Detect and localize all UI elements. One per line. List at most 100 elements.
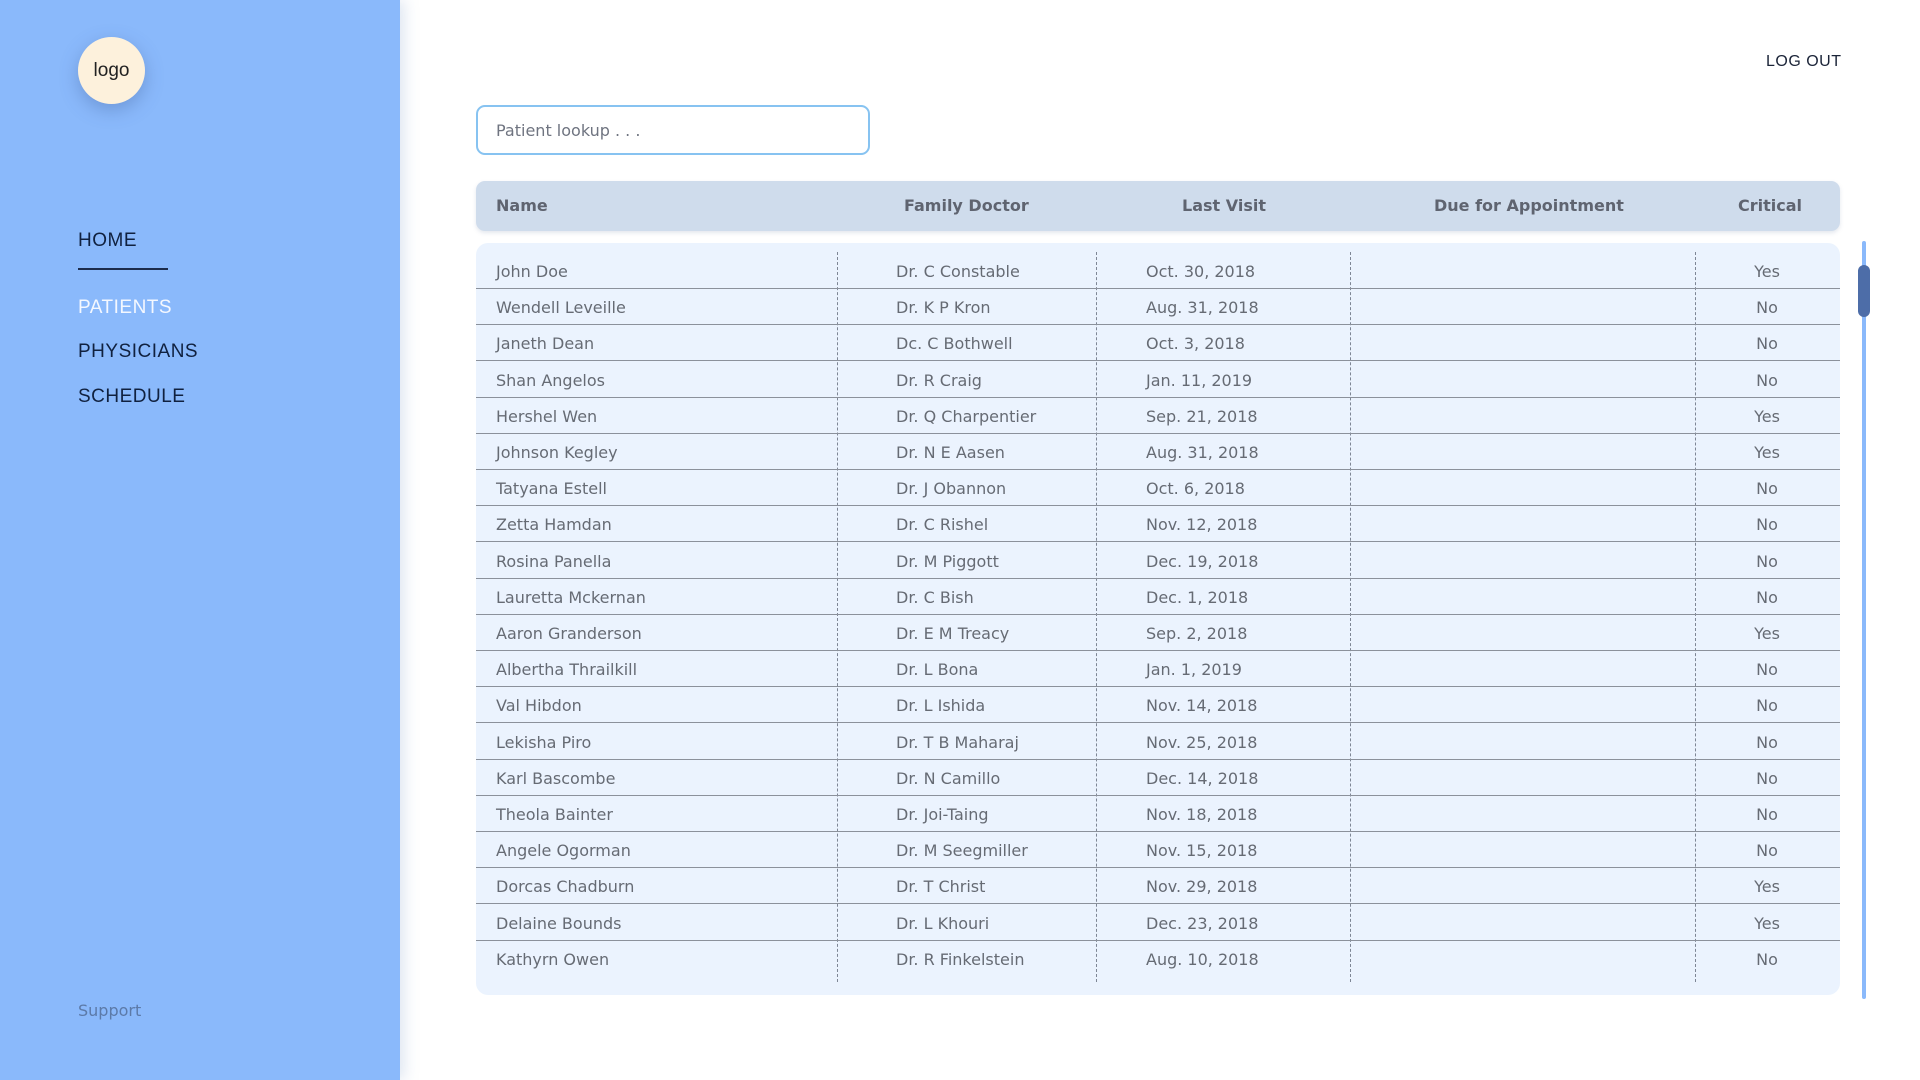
cell-family-doctor: Dr. N Camillo <box>896 768 1001 788</box>
cell-family-doctor: Dr. T B Maharaj <box>896 732 1019 752</box>
table-row[interactable]: Tatyana Estell Dr. J Obannon Oct. 6, 2018 N… <box>476 470 1840 507</box>
cell-name: Hershel Wen <box>496 406 598 426</box>
column-header-due-for-appointment[interactable]: Due for Appointment <box>1434 196 1624 215</box>
cell-name: Albertha Thrailkill <box>496 660 638 680</box>
cell-family-doctor: Dr. Q Charpentier <box>896 406 1037 426</box>
nav-schedule[interactable]: SCHEDULE <box>78 386 185 408</box>
cell-family-doctor: Dc. C Bothwell <box>896 334 1013 354</box>
cell-name: Lekisha Piro <box>496 732 592 752</box>
column-header-family-doctor[interactable]: Family Doctor <box>904 196 1029 215</box>
cell-critical: Yes <box>1754 913 1780 933</box>
cell-last-visit: Nov. 14, 2018 <box>1146 696 1258 716</box>
support-link[interactable]: Support <box>78 1001 141 1020</box>
app-root: logo HOME PATIENTS PHYSICIANS SCHEDULE S… <box>0 0 1920 1080</box>
cell-critical: No <box>1756 805 1778 824</box>
cell-last-visit: Oct. 30, 2018 <box>1146 262 1256 281</box>
table-row[interactable]: Hershel Wen Dr. Q Charpentier Sep. 21, 201… <box>476 398 1840 434</box>
table-row[interactable]: Albertha Thrailkill Dr. L Bona Jan. 1, 201… <box>476 651 1840 688</box>
table-row[interactable]: Janeth Dean Dc. C Bothwell Oct. 3, 2018 No <box>476 325 1840 362</box>
table-row[interactable]: Kathyrn Owen Dr. R Finkelstein Aug. 10, 20… <box>476 941 1840 977</box>
cell-last-visit: Jan. 1, 2019 <box>1146 660 1242 680</box>
cell-family-doctor: Dr. K P Kron <box>896 298 991 318</box>
cell-name: Angele Ogorman <box>496 841 631 861</box>
cell-family-doctor: Dr. C Bish <box>896 587 974 607</box>
cell-family-doctor: Dr. N E Aasen <box>896 443 1005 462</box>
cell-last-visit: Nov. 18, 2018 <box>1146 805 1258 824</box>
cell-family-doctor: Dr. M Piggott <box>896 551 999 571</box>
table-row[interactable]: Rosina Panella Dr. M Piggott Dec. 19, 2018… <box>476 543 1840 579</box>
cell-last-visit: Nov. 15, 2018 <box>1146 841 1258 861</box>
cell-family-doctor: Dr. J Obannon <box>896 479 1007 499</box>
table-row[interactable]: Johnson Kegley Dr. N E Aasen Aug. 31, 2018… <box>476 434 1840 470</box>
cell-name: Zetta Hamdan <box>496 515 612 535</box>
cell-critical: No <box>1756 551 1778 571</box>
cell-family-doctor: Dr. E M Treacy <box>896 624 1010 643</box>
table-header: Name Family Doctor Last Visit Due for Ap… <box>476 181 1840 231</box>
table-row[interactable]: Val Hibdon Dr. L Ishida Nov. 14, 2018 No <box>476 687 1840 724</box>
cell-last-visit: Nov. 25, 2018 <box>1146 732 1258 752</box>
cell-critical: Yes <box>1754 877 1780 897</box>
cell-critical: No <box>1756 334 1778 354</box>
column-header-last-visit[interactable]: Last Visit <box>1182 196 1266 215</box>
cell-name: John Doe <box>496 262 568 281</box>
cell-name: Val Hibdon <box>496 696 582 716</box>
cell-name: Lauretta Mckernan <box>496 587 646 607</box>
sidebar: logo HOME PATIENTS PHYSICIANS SCHEDULE S… <box>0 0 400 1080</box>
cell-critical: No <box>1756 841 1778 861</box>
nav-active-indicator <box>78 268 168 270</box>
table-row[interactable]: Dorcas Chadburn Dr. T Christ Nov. 29, 2018… <box>476 868 1840 905</box>
cell-last-visit: Dec. 23, 2018 <box>1146 913 1259 933</box>
cell-last-visit: Sep. 2, 2018 <box>1146 624 1248 643</box>
table-row[interactable]: Lekisha Piro Dr. T B Maharaj Nov. 25, 2018… <box>476 724 1840 760</box>
cell-critical: Yes <box>1754 406 1780 426</box>
cell-last-visit: Oct. 6, 2018 <box>1146 479 1245 499</box>
table-row[interactable]: Shan Angelos Dr. R Craig Jan. 11, 2019 No <box>476 362 1840 398</box>
cell-name: Theola Bainter <box>496 805 613 824</box>
table-row[interactable]: John Doe Dr. C Constable Oct. 30, 2018 Yes <box>476 253 1840 289</box>
table-row[interactable]: Theola Bainter Dr. Joi-Taing Nov. 18, 2018… <box>476 796 1840 832</box>
cell-critical: No <box>1756 587 1778 607</box>
cell-critical: Yes <box>1754 443 1780 462</box>
table-row[interactable]: Wendell Leveille Dr. K P Kron Aug. 31, 201… <box>476 289 1840 326</box>
scrollbar-thumb[interactable] <box>1858 265 1870 317</box>
cell-family-doctor: Dr. L Bona <box>896 660 979 680</box>
cell-critical: No <box>1756 660 1778 680</box>
cell-family-doctor: Dr. M Seegmiller <box>896 841 1028 861</box>
column-header-name[interactable]: Name <box>496 196 548 215</box>
cell-critical: No <box>1756 949 1778 969</box>
table-row[interactable]: Lauretta Mckernan Dr. C Bish Dec. 1, 2018 N… <box>476 579 1840 615</box>
table-row[interactable]: Delaine Bounds Dr. L Khouri Dec. 23, 2018 Y… <box>476 905 1840 941</box>
cell-last-visit: Jan. 11, 2019 <box>1146 370 1253 390</box>
cell-critical: No <box>1756 696 1778 716</box>
table-row[interactable]: Karl Bascombe Dr. N Camillo Dec. 14, 2018 N… <box>476 760 1840 796</box>
cell-critical: No <box>1756 298 1778 318</box>
nav-home[interactable]: HOME <box>78 230 137 252</box>
cell-name: Wendell Leveille <box>496 298 626 318</box>
cell-last-visit: Nov. 29, 2018 <box>1146 877 1258 897</box>
patient-search-input[interactable] <box>476 105 870 155</box>
nav-physicians[interactable]: PHYSICIANS <box>78 341 198 363</box>
cell-critical: No <box>1756 479 1778 499</box>
cell-last-visit: Aug. 31, 2018 <box>1146 298 1259 318</box>
cell-critical: No <box>1756 370 1778 390</box>
cell-family-doctor: Dr. L Khouri <box>896 913 990 933</box>
nav-patients[interactable]: PATIENTS <box>78 297 172 319</box>
cell-family-doctor: Dr. C Rishel <box>896 515 989 535</box>
table-row[interactable]: Zetta Hamdan Dr. C Rishel Nov. 12, 2018 No <box>476 506 1840 543</box>
cell-last-visit: Nov. 12, 2018 <box>1146 515 1258 535</box>
scrollbar-track[interactable] <box>1862 241 1866 999</box>
table-row[interactable]: Aaron Granderson Dr. E M Treacy Sep. 2, 20… <box>476 615 1840 651</box>
patient-table-body: John Doe Dr. C Constable Oct. 30, 2018 Yes W… <box>476 243 1840 995</box>
cell-last-visit: Dec. 19, 2018 <box>1146 551 1259 571</box>
logout-button[interactable]: LOG OUT <box>1766 53 1842 71</box>
column-header-critical[interactable]: Critical <box>1738 196 1802 215</box>
cell-critical: Yes <box>1754 624 1780 643</box>
cell-family-doctor: Dr. C Constable <box>896 262 1020 281</box>
logo[interactable]: logo <box>78 37 145 104</box>
table-row[interactable]: Angele Ogorman Dr. M Seegmiller Nov. 15, 2… <box>476 832 1840 869</box>
cell-family-doctor: Dr. R Craig <box>896 370 982 390</box>
cell-critical: Yes <box>1754 262 1780 281</box>
cell-name: Johnson Kegley <box>496 443 618 462</box>
cell-family-doctor: Dr. R Finkelstein <box>896 949 1025 969</box>
cell-last-visit: Dec. 1, 2018 <box>1146 587 1249 607</box>
